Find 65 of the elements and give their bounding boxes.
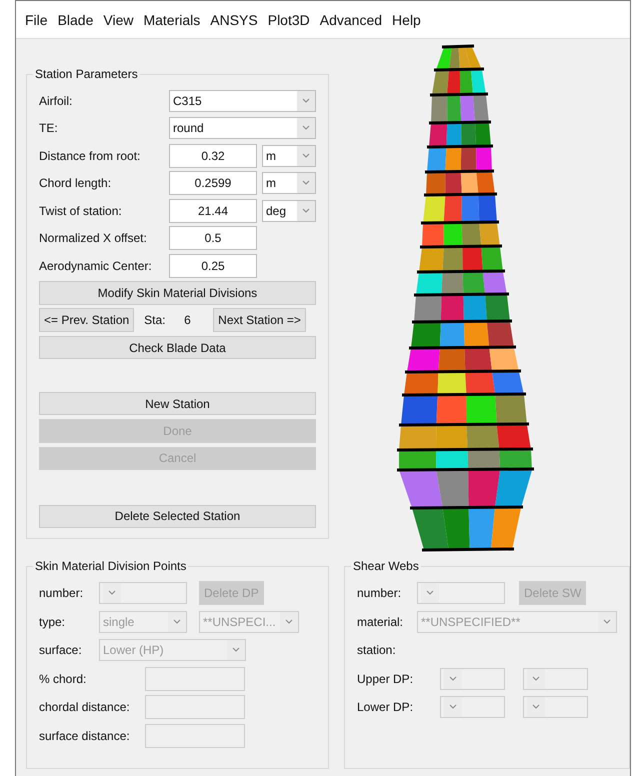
field-label: type: bbox=[39, 614, 66, 629]
field-label: Twist of station: bbox=[39, 204, 123, 218]
field-label: material: bbox=[357, 614, 404, 629]
station-label: Sta: bbox=[144, 313, 167, 328]
field-label: number: bbox=[357, 586, 402, 600]
caret-icon bbox=[168, 612, 186, 632]
caret-icon bbox=[280, 612, 298, 632]
input-field[interactable]: 0.2599 bbox=[169, 171, 257, 196]
field-label: Lower DP: bbox=[357, 700, 414, 714]
field-label: Chord length: bbox=[39, 176, 112, 190]
group-title: Station Parameters bbox=[34, 67, 139, 81]
field-label: surface distance: bbox=[39, 728, 131, 743]
next-station-button[interactable]: Next Station => bbox=[213, 308, 306, 332]
modify-button[interactable]: Modify Skin Material Divisions bbox=[39, 281, 316, 305]
caret-icon bbox=[421, 583, 439, 604]
caret-icon bbox=[444, 668, 462, 689]
menu-item[interactable]: ANSYS bbox=[205, 12, 263, 28]
group-title: Skin Material Division Points bbox=[34, 559, 188, 573]
dropdown[interactable]: C315 bbox=[169, 90, 316, 112]
caret-icon bbox=[527, 668, 545, 689]
caret-icon bbox=[297, 146, 315, 166]
dropdown[interactable]: m bbox=[262, 144, 316, 167]
caret-icon bbox=[527, 697, 545, 718]
menu-item[interactable]: Blade bbox=[52, 12, 98, 28]
caret-icon bbox=[598, 612, 616, 632]
field-label: chordal distance: bbox=[39, 700, 131, 714]
group-title: Shear Webs bbox=[352, 559, 420, 573]
station-number: 6 bbox=[184, 313, 192, 328]
caret-icon bbox=[103, 583, 121, 604]
menu-item[interactable]: Help bbox=[387, 12, 426, 28]
field-label: surface: bbox=[39, 643, 83, 658]
input-field[interactable]: 21.44 bbox=[169, 198, 257, 223]
field-label: number: bbox=[39, 586, 84, 600]
menu-item[interactable]: File bbox=[20, 12, 53, 28]
input-field[interactable] bbox=[145, 695, 245, 720]
input-field[interactable]: 0.5 bbox=[169, 226, 257, 250]
field-label: Upper DP: bbox=[357, 672, 414, 686]
input-field[interactable]: 0.32 bbox=[169, 144, 257, 168]
field-label: TE: bbox=[39, 121, 59, 136]
menu-item[interactable]: Materials bbox=[138, 12, 206, 28]
input-field[interactable] bbox=[145, 724, 245, 748]
caret-icon bbox=[297, 200, 315, 221]
dropdown[interactable]: m bbox=[262, 172, 316, 194]
field-label: Airfoil: bbox=[39, 94, 74, 108]
caret-icon bbox=[297, 118, 315, 138]
field-label: Aerodynamic Center: bbox=[39, 258, 153, 273]
field-label: Distance from root: bbox=[39, 148, 142, 163]
delete-station-button[interactable]: Delete Selected Station bbox=[39, 504, 316, 528]
menu-item[interactable]: View bbox=[98, 12, 138, 28]
caret-icon bbox=[444, 697, 462, 718]
prev-station-button[interactable]: <= Prev. Station bbox=[39, 308, 134, 332]
caret-icon bbox=[297, 173, 315, 194]
check-button[interactable]: Check Blade Data bbox=[39, 336, 316, 360]
input-field[interactable] bbox=[145, 666, 245, 691]
menu-item[interactable]: Advanced bbox=[314, 12, 388, 28]
caret-icon bbox=[297, 90, 315, 111]
field-label: % chord: bbox=[39, 672, 88, 686]
input-field[interactable]: 0.25 bbox=[169, 254, 257, 278]
field-label: station: bbox=[357, 643, 396, 658]
dropdown[interactable]: round bbox=[169, 117, 316, 140]
dropdown[interactable]: deg bbox=[262, 200, 316, 222]
menu-item[interactable]: Plot3D bbox=[262, 12, 315, 28]
field-label: Normalized X offset: bbox=[39, 231, 148, 246]
caret-icon bbox=[227, 640, 245, 660]
action-button[interactable]: New Station bbox=[39, 392, 316, 416]
